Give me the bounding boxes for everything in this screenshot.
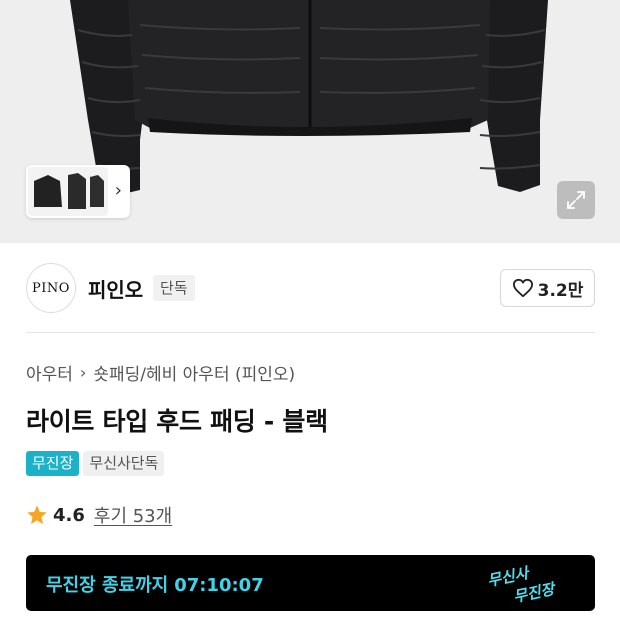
star-icon — [27, 505, 47, 524]
product-tags: 무진장 무신사단독 — [26, 451, 165, 476]
exclusive-badge: 단독 — [153, 275, 195, 301]
expand-icon — [567, 191, 585, 209]
tag-mujinjang: 무진장 — [26, 451, 80, 476]
like-button[interactable]: 3.2만 — [500, 269, 595, 307]
rating: 4.6 후기 53개 — [26, 502, 172, 528]
promo-banner[interactable]: 무진장 종료까지 07:10:07 무신사 무진장 — [26, 555, 595, 611]
like-count: 3.2만 — [537, 280, 584, 301]
rating-value: 4.6 — [53, 504, 85, 526]
thumbnail-strip[interactable]: › — [26, 165, 130, 218]
breadcrumb: 아우터 › 숏패딩/헤비 아우터 (피인오) — [26, 360, 295, 385]
countdown-timer: 07:10:07 — [174, 575, 264, 596]
jacket-thumbnails[interactable] — [28, 167, 108, 216]
tag-musinsa-exclusive: 무신사단독 — [83, 451, 165, 476]
brand-row: PINO 피인오 단독 3.2만 — [0, 243, 620, 333]
countdown-label: 무진장 종료까지 — [46, 575, 169, 596]
product-title: 라이트 타입 후드 패딩 - 블랙 — [26, 407, 328, 436]
divider — [26, 332, 595, 333]
expand-image-button[interactable] — [557, 181, 595, 219]
breadcrumb-item-short-padding[interactable]: 숏패딩/헤비 아우터 (피인오) — [93, 360, 295, 385]
chevron-right-icon: › — [79, 363, 87, 382]
mujinjang-logo: 무신사 무진장 — [483, 564, 573, 606]
brand-logo[interactable]: PINO — [26, 263, 76, 313]
heart-icon — [512, 278, 533, 298]
chevron-right-icon[interactable]: › — [115, 180, 122, 201]
breadcrumb-item-outer[interactable]: 아우터 — [26, 360, 73, 385]
reviews-link[interactable]: 후기 53개 — [94, 502, 172, 528]
countdown-text: 무진장 종료까지 07:10:07 — [46, 571, 264, 597]
product-image-gallery[interactable]: › — [0, 0, 620, 243]
brand-name[interactable]: 피인오 — [88, 274, 143, 303]
